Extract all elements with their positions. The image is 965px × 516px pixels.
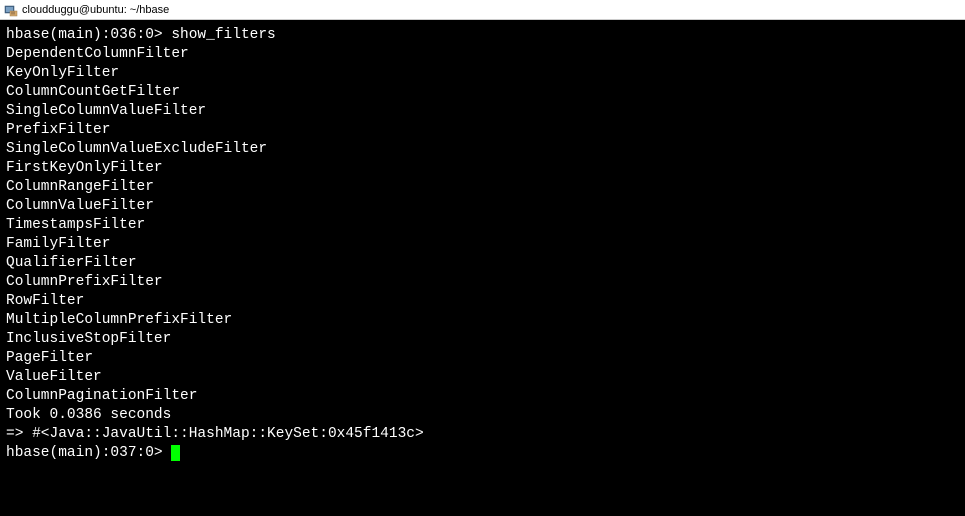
filter-output-line: PrefixFilter (6, 122, 110, 138)
window-title-bar: cloudduggu@ubuntu: ~/hbase (0, 0, 965, 20)
filter-output-line: SingleColumnValueFilter (6, 103, 206, 119)
filter-output-line: PageFilter (6, 350, 93, 366)
filter-output-line: MultipleColumnPrefixFilter (6, 312, 232, 328)
filter-output-line: FamilyFilter (6, 236, 110, 252)
filter-output-line: RowFilter (6, 293, 84, 309)
putty-icon (4, 3, 18, 17)
filter-output-line: ValueFilter (6, 369, 102, 385)
shell-prompt: hbase(main):037:0> (6, 445, 171, 461)
filter-output-line: ColumnPrefixFilter (6, 274, 163, 290)
filter-output-line: ColumnCountGetFilter (6, 84, 180, 100)
filter-output-line: QualifierFilter (6, 255, 137, 271)
filter-output-line: FirstKeyOnlyFilter (6, 160, 163, 176)
command-text: show_filters (171, 27, 275, 43)
filter-output-line: SingleColumnValueExcludeFilter (6, 141, 267, 157)
window-title-text: cloudduggu@ubuntu: ~/hbase (22, 4, 169, 16)
filter-output-line: DependentColumnFilter (6, 46, 189, 62)
shell-prompt: hbase(main):036:0> (6, 27, 171, 43)
filter-output-line: ColumnPaginationFilter (6, 388, 197, 404)
terminal-cursor (171, 445, 180, 461)
timing-output: Took 0.0386 seconds (6, 407, 171, 423)
filter-output-line: InclusiveStopFilter (6, 331, 171, 347)
filter-output-line: KeyOnlyFilter (6, 65, 119, 81)
filter-output-line: TimestampsFilter (6, 217, 145, 233)
filter-output-line: ColumnRangeFilter (6, 179, 154, 195)
filter-output-line: ColumnValueFilter (6, 198, 154, 214)
result-output: => #<Java::JavaUtil::HashMap::KeySet:0x4… (6, 426, 424, 442)
terminal-area[interactable]: hbase(main):036:0> show_filters Dependen… (0, 20, 965, 516)
